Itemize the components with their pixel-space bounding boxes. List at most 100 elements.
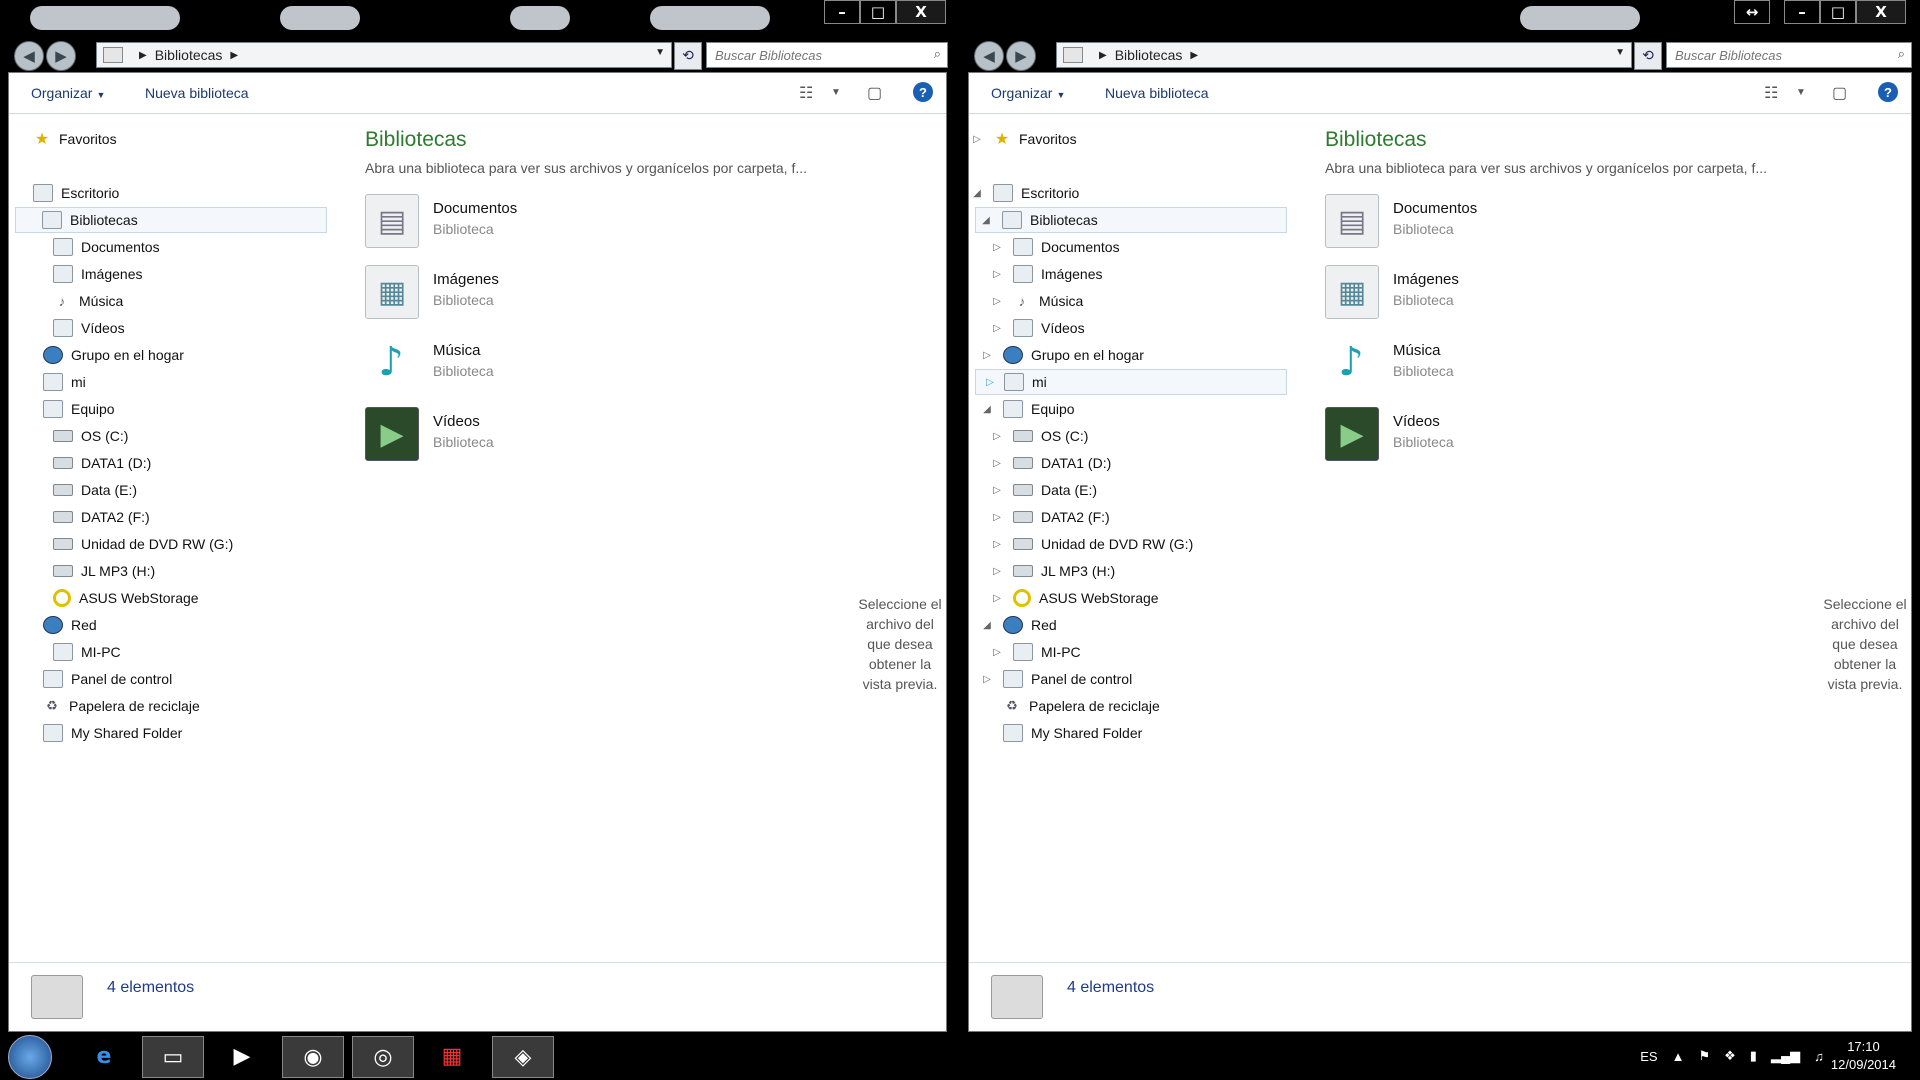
action-center-flag-icon[interactable]: ⚑ [1698,1048,1710,1064]
organize-button[interactable]: Organizar ▼ [991,85,1065,101]
signal-icon[interactable]: ▂▄▆ [1771,1048,1800,1064]
chevron-right-icon[interactable]: ▷ [991,458,1003,469]
nav-drive-c[interactable]: ▷ OS (C:) [993,423,1088,449]
nav-drive-h[interactable]: JL MP3 (H:) [53,558,155,584]
nav-libraries[interactable]: Bibliotecas [15,207,327,233]
nav-documents[interactable]: Documentos [53,234,160,260]
search-icon[interactable]: ⌕ [1898,47,1905,62]
library-item[interactable]: ▦ Imágenes Biblioteca [365,265,665,323]
library-item[interactable]: ▶ Vídeos Biblioteca [365,407,665,465]
organize-button[interactable]: Organizar ▼ [31,85,105,101]
minimize-button[interactable]: – [824,0,860,24]
nav-mipc[interactable]: ▷ MI-PC [993,639,1081,665]
maximize-button[interactable]: □ [1820,0,1856,24]
title-bar[interactable]: ↔ – □ X [960,0,1920,38]
chevron-down-icon[interactable]: ◢ [980,215,992,226]
chevron-right-icon[interactable]: ▷ [991,512,1003,523]
chevron-right-icon[interactable]: ▷ [991,647,1003,658]
nav-drive-f[interactable]: DATA2 (F:) [53,504,150,530]
nav-drive-d[interactable]: DATA1 (D:) [53,450,151,476]
nav-user[interactable]: ▷ mi [975,369,1287,395]
media-player-icon[interactable]: ▶ [212,1036,272,1076]
snap-button[interactable]: ↔ [1734,0,1770,24]
chevron-right-icon[interactable]: ▷ [984,377,996,388]
nav-desktop[interactable]: Escritorio [33,180,119,206]
preview-pane-icon[interactable]: ▢ [1832,83,1847,103]
search-box[interactable]: ⌕ [706,42,948,68]
preview-pane-icon[interactable]: ▢ [867,83,882,103]
chevron-down-icon[interactable]: ▼ [1615,47,1625,58]
library-item[interactable]: ▦ Imágenes Biblioteca [1325,265,1625,323]
chevron-right-icon[interactable]: ▷ [991,296,1003,307]
chevron-right-icon[interactable]: ▷ [991,566,1003,577]
address-bar[interactable]: ▶ Bibliotecas ▶ ▼ [1056,42,1632,68]
chevron-down-icon[interactable]: ▼ [831,87,841,98]
clock[interactable]: 17:10 12/09/2014 [1831,1038,1896,1074]
nav-asus-webstorage[interactable]: ▷ ASUS WebStorage [993,585,1159,611]
chrome-icon[interactable]: ◉ [282,1036,344,1078]
tiles-app-icon[interactable]: ▦ [422,1036,482,1076]
dropbox-icon[interactable]: ❖ [1724,1048,1736,1064]
help-icon[interactable]: ? [1878,82,1898,102]
search-icon[interactable]: ⌕ [934,47,941,62]
nav-music[interactable]: ♪ Música [53,288,124,314]
chevron-right-icon[interactable]: ▶ [1190,50,1198,61]
nav-libraries[interactable]: ◢ Bibliotecas [975,207,1287,233]
nav-computer[interactable]: ◢ Equipo [983,396,1075,422]
chevron-right-icon[interactable]: ▷ [981,674,993,685]
nav-homegroup[interactable]: Grupo en el hogar [43,342,184,368]
breadcrumb[interactable]: Bibliotecas [1115,47,1183,63]
search-input[interactable] [1667,46,1911,64]
library-item[interactable]: ♪ Música Biblioteca [365,336,665,394]
nav-drive-g[interactable]: ▷ Unidad de DVD RW (G:) [993,531,1193,557]
chevron-right-icon[interactable]: ▷ [971,134,983,145]
nav-drive-h[interactable]: ▷ JL MP3 (H:) [993,558,1115,584]
nav-favorites[interactable]: ★ Favoritos [33,126,117,152]
nav-shared-folder[interactable]: My Shared Folder [43,720,182,746]
internet-explorer-icon[interactable]: e [74,1036,134,1076]
app-icon[interactable]: ◎ [352,1036,414,1078]
chevron-right-icon[interactable]: ▷ [991,485,1003,496]
nav-drive-g[interactable]: Unidad de DVD RW (G:) [53,531,233,557]
explorer-icon[interactable]: ▭ [142,1036,204,1078]
volume-icon[interactable]: ♫ [1814,1049,1824,1064]
nav-drive-e[interactable]: ▷ Data (E:) [993,477,1097,503]
language-indicator[interactable]: ES [1640,1049,1657,1064]
nav-drive-e[interactable]: Data (E:) [53,477,137,503]
nav-recycle-bin[interactable]: ♻ Papelera de reciclaje [43,693,200,719]
chevron-down-icon[interactable]: ◢ [971,188,983,199]
chevron-right-icon[interactable]: ▷ [981,350,993,361]
chevron-right-icon[interactable]: ▷ [991,323,1003,334]
nav-videos[interactable]: ▷ Vídeos [993,315,1085,341]
nav-drive-c[interactable]: OS (C:) [53,423,128,449]
new-library-button[interactable]: Nueva biblioteca [1105,85,1209,101]
breadcrumb[interactable]: Bibliotecas [155,47,223,63]
nav-network[interactable]: ◢ Red [983,612,1057,638]
view-options-icon[interactable]: ☷ [1764,83,1778,103]
chevron-down-icon[interactable]: ▼ [655,47,665,58]
nav-asus-webstorage[interactable]: ASUS WebStorage [53,585,199,611]
nav-control-panel[interactable]: ▷ Panel de control [983,666,1132,692]
address-bar[interactable]: ▶ Bibliotecas ▶ ▼ [96,42,672,68]
search-box[interactable]: ⌕ [1666,42,1912,68]
chevron-down-icon[interactable]: ▼ [1796,87,1806,98]
start-button[interactable] [8,1035,52,1079]
forward-button[interactable]: ▶ [46,41,76,71]
nav-control-panel[interactable]: Panel de control [43,666,172,692]
chevron-right-icon[interactable]: ▷ [991,539,1003,550]
refresh-button[interactable]: ⟲ [674,42,702,70]
back-button[interactable]: ◀ [974,41,1004,71]
forward-button[interactable]: ▶ [1006,41,1036,71]
app2-icon[interactable]: ◈ [492,1036,554,1078]
nav-computer[interactable]: Equipo [43,396,115,422]
chevron-right-icon[interactable]: ▷ [991,593,1003,604]
search-input[interactable] [707,46,947,64]
nav-drive-f[interactable]: ▷ DATA2 (F:) [993,504,1110,530]
back-button[interactable]: ◀ [14,41,44,71]
minimize-button[interactable]: – [1784,0,1820,24]
nav-shared-folder[interactable]: My Shared Folder [1003,720,1142,746]
library-item[interactable]: ▤ Documentos Biblioteca [365,194,665,252]
nav-videos[interactable]: Vídeos [53,315,125,341]
help-icon[interactable]: ? [913,82,933,102]
battery-icon[interactable]: ▮ [1750,1048,1757,1064]
